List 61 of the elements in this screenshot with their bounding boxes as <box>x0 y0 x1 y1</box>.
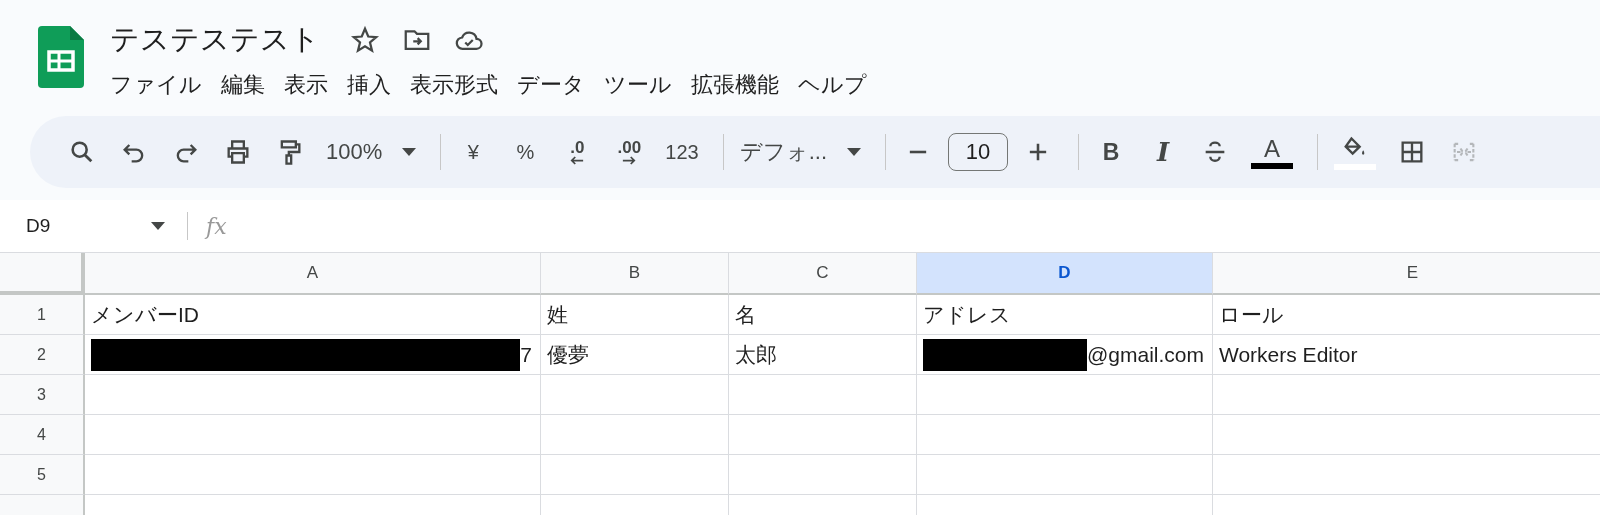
table-cell[interactable]: Workers Editor <box>1213 335 1600 375</box>
table-cell[interactable]: @gmail.com <box>917 335 1213 375</box>
caret-icon <box>151 222 165 230</box>
table-cell[interactable]: 7 <box>85 335 541 375</box>
font-dropdown[interactable]: デフォ... <box>733 132 867 172</box>
text-color-button[interactable]: A <box>1245 132 1299 172</box>
select-all-corner[interactable] <box>0 253 85 295</box>
cell-text: 優夢 <box>547 341 589 368</box>
cell-text: ロール <box>1219 301 1284 328</box>
table-cell[interactable]: アドレス <box>917 295 1213 335</box>
row-header[interactable]: 3 <box>0 375 85 415</box>
increase-decimal-button[interactable]: .00 <box>607 132 652 172</box>
column-header[interactable]: A <box>85 253 541 295</box>
row-header[interactable]: 2 <box>0 335 85 375</box>
row-header[interactable]: 5 <box>0 455 85 495</box>
menu-item[interactable]: ヘルプ <box>794 68 882 102</box>
percent-button[interactable]: % <box>503 132 548 172</box>
cell-text: Workers Editor <box>1219 342 1358 367</box>
cell-text: 太郎 <box>735 341 777 368</box>
cell-text: 名 <box>735 301 756 328</box>
cell-text: @gmail.com <box>1087 342 1204 367</box>
cell-text: 7 <box>520 342 532 367</box>
menu-item[interactable]: 表示 <box>280 68 343 102</box>
column-header[interactable]: E <box>1213 253 1600 295</box>
arrow-left-icon <box>570 155 585 165</box>
spreadsheet-logo-icon[interactable] <box>38 26 84 88</box>
cell-text: メンバーID <box>91 301 199 328</box>
decrease-decimal-button[interactable]: .0 <box>555 132 600 172</box>
menu-item[interactable]: 表示形式 <box>406 68 513 102</box>
cell-text: アドレス <box>923 301 1011 328</box>
currency-button[interactable]: ¥ <box>451 132 496 172</box>
table-cell[interactable]: 姓 <box>541 295 729 335</box>
italic-button[interactable]: I <box>1141 132 1185 172</box>
menu-item[interactable]: ファイル <box>106 68 217 102</box>
table-cell[interactable]: メンバーID <box>85 295 541 335</box>
menu-item[interactable]: データ <box>513 68 600 102</box>
column-header[interactable]: C <box>729 253 917 295</box>
table-cell[interactable]: 名 <box>729 295 917 335</box>
table-cell[interactable]: 優夢 <box>541 335 729 375</box>
document-title[interactable]: テステステスト <box>110 20 328 60</box>
column-header[interactable]: D <box>917 253 1213 295</box>
menu-item[interactable]: 拡張機能 <box>687 68 794 102</box>
name-box[interactable]: D9 <box>26 215 151 237</box>
caret-icon <box>402 148 417 156</box>
font-size-field[interactable]: 10 <box>948 133 1008 171</box>
column-header[interactable]: B <box>541 253 729 295</box>
menu-item[interactable]: ツール <box>600 68 687 102</box>
zoom-dropdown[interactable]: 100% <box>320 132 423 172</box>
number-format-button[interactable]: 123 <box>659 132 705 172</box>
table-cell[interactable]: 太郎 <box>729 335 917 375</box>
star-icon[interactable] <box>350 25 380 55</box>
bold-button[interactable]: B <box>1089 132 1133 172</box>
caret-icon <box>847 148 861 156</box>
arrow-right-icon <box>622 155 637 165</box>
menu-item[interactable]: 編集 <box>217 68 280 102</box>
menu-item[interactable]: 挿入 <box>343 68 406 102</box>
cell-text: 姓 <box>547 301 568 328</box>
row-header[interactable]: 1 <box>0 295 85 335</box>
table-cell[interactable]: ロール <box>1213 295 1600 335</box>
row-header[interactable]: 4 <box>0 415 85 455</box>
formula-label: fx <box>206 213 227 239</box>
